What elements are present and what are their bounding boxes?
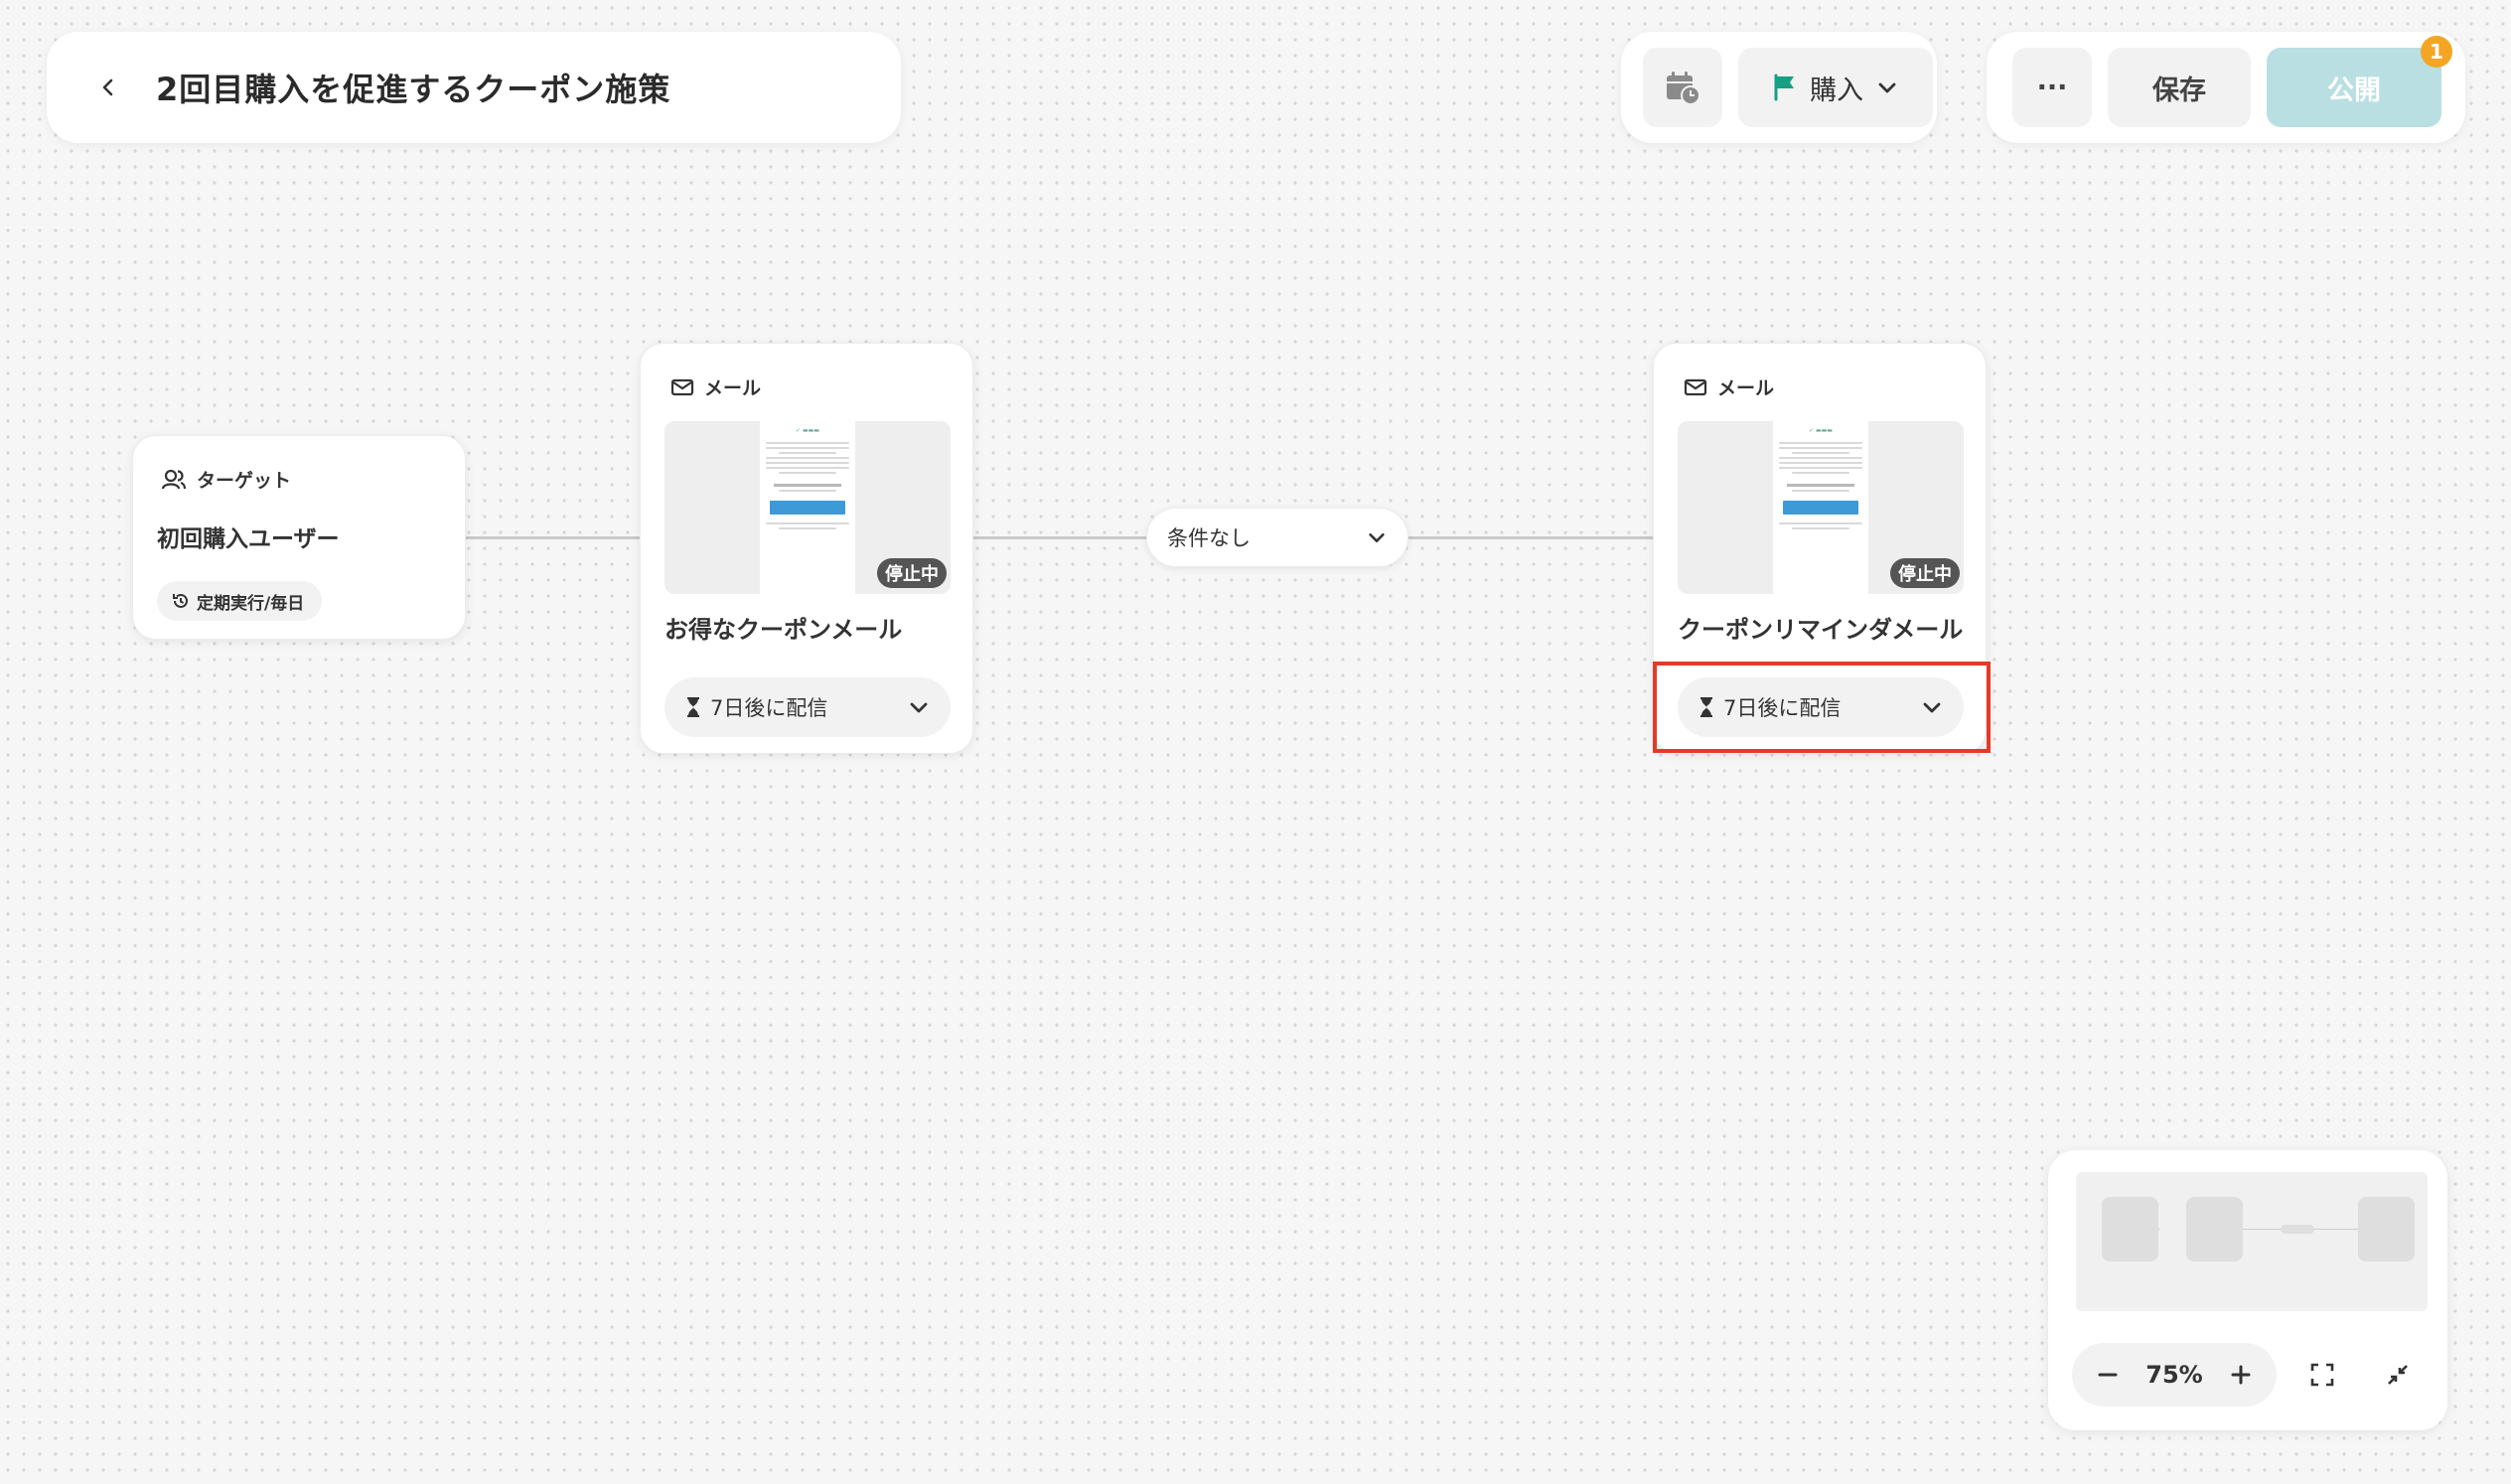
mail-preview-document: ✓ ▬▬▬ <box>760 421 855 594</box>
highlight-box <box>1653 662 1991 753</box>
mail-preview-document: ✓ ▬▬▬ <box>1773 421 1868 594</box>
fit-view-icon <box>2310 1363 2334 1387</box>
mail-name: お得なクーポンメール <box>665 616 903 644</box>
minus-icon <box>2098 1373 2118 1377</box>
mail-preview-thumbnail[interactable]: ✓ ▬▬▬ 停止中 <box>665 421 951 594</box>
calendar-clock-icon <box>1667 72 1700 105</box>
collapse-button[interactable] <box>2380 1357 2416 1393</box>
node-type-label: メール <box>1684 373 1774 400</box>
minimap-node <box>2281 1225 2314 1234</box>
collapse-icon <box>2388 1365 2408 1385</box>
title-bar: 2回目購入を促進するクーポン施策 <box>47 32 901 143</box>
minimap-viewport[interactable] <box>2076 1172 2428 1311</box>
chevron-left-icon <box>102 78 113 96</box>
condition-label: 条件なし <box>1167 526 1251 550</box>
node-type-label: メール <box>670 373 761 400</box>
more-button[interactable]: ··· <box>2012 48 2092 127</box>
mail-logo-icon: ✓ ▬▬▬ <box>1809 427 1833 434</box>
zoom-out-button[interactable] <box>2090 1357 2126 1393</box>
connector-line <box>1408 536 1653 539</box>
minimap-panel: 75% <box>2048 1150 2447 1430</box>
flag-icon <box>1774 74 1794 101</box>
page-title: 2回目購入を促進するクーポン施策 <box>156 71 671 108</box>
connector-line <box>973 536 1146 539</box>
condition-select[interactable]: 条件なし <box>1146 508 1408 567</box>
toolbar-right: ··· 保存 公開 <box>1987 32 2465 143</box>
mail-cta-button-preview <box>1783 501 1858 515</box>
notification-badge: 1 <box>2421 36 2452 68</box>
mail-cta-button-preview <box>770 501 845 515</box>
more-icon: ··· <box>2036 72 2068 103</box>
plus-icon <box>2231 1365 2251 1385</box>
zoom-level: 75% <box>2145 1361 2203 1389</box>
back-button[interactable] <box>69 48 148 127</box>
mail-preview-thumbnail[interactable]: ✓ ▬▬▬ 停止中 <box>1678 421 1964 594</box>
fit-view-button[interactable] <box>2304 1357 2340 1393</box>
save-button[interactable]: 保存 <box>2108 48 2251 127</box>
hourglass-icon <box>687 697 699 717</box>
status-badge: 停止中 <box>877 558 947 588</box>
chevron-down-icon <box>910 702 928 713</box>
zoom-in-button[interactable] <box>2223 1357 2259 1393</box>
delivery-delay-select[interactable]: 7日後に配信 <box>665 677 951 737</box>
delivery-delay-label: 7日後に配信 <box>710 696 828 720</box>
target-name: 初回購入ユーザー <box>157 526 340 552</box>
mail-icon <box>1684 378 1707 395</box>
schedule-chip-label: 定期実行/毎日 <box>197 593 305 614</box>
node-type-label: ターゲット <box>161 466 291 493</box>
goal-label: 購入 <box>1810 74 1863 106</box>
mail-logo-icon: ✓ ▬▬▬ <box>796 427 819 434</box>
target-node[interactable]: ターゲット 初回購入ユーザー 定期実行/毎日 <box>132 435 466 640</box>
chevron-down-icon <box>1369 532 1385 542</box>
history-icon <box>173 593 188 608</box>
mail-type-text: メール <box>704 377 762 399</box>
publish-button[interactable]: 公開 <box>2267 48 2441 127</box>
users-icon <box>161 469 187 489</box>
minimap-node <box>2186 1197 2243 1261</box>
mail-icon <box>670 378 694 395</box>
connector-line <box>466 536 640 539</box>
mail-node[interactable]: メール ✓ ▬▬▬ 停止中 お得なクーポンメール 7日後に配信 <box>640 343 973 754</box>
minimap-node <box>2358 1197 2415 1261</box>
chevron-down-icon <box>1878 82 1896 93</box>
schedule-button[interactable] <box>1643 48 1722 127</box>
schedule-chip[interactable]: 定期実行/毎日 <box>157 581 323 621</box>
status-badge: 停止中 <box>1890 558 1960 588</box>
toolbar-left: 購入 <box>1621 32 1937 143</box>
mail-type-text: メール <box>1717 377 1775 399</box>
mail-name: クーポンリマインダメール <box>1678 616 1964 644</box>
minimap-node <box>2102 1197 2158 1261</box>
goal-dropdown[interactable]: 購入 <box>1738 48 1933 127</box>
zoom-control: 75% <box>2072 1343 2277 1407</box>
target-type-text: ターゲット <box>197 470 292 492</box>
